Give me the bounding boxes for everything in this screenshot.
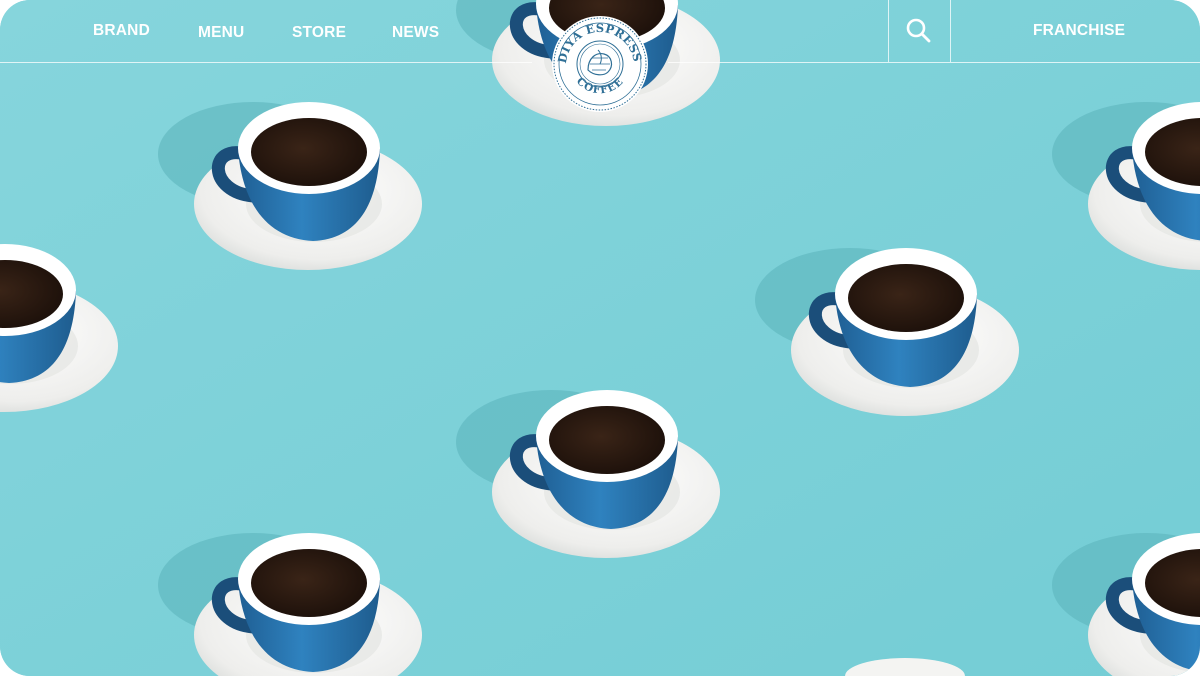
- nav-menu[interactable]: MENU: [198, 24, 244, 42]
- header-rule-right: [668, 62, 1200, 63]
- page-frame: BRAND MENU STORE NEWS FRANCHISE DIYA ESP…: [0, 0, 1200, 676]
- header-divider: [950, 0, 951, 62]
- nav-franchise[interactable]: FRANCHISE: [1033, 22, 1125, 40]
- nav-news[interactable]: NEWS: [392, 24, 439, 42]
- brand-logo[interactable]: EDIYA ESPRESSO COFFEE: [545, 3, 650, 114]
- header-rule-left: [0, 62, 532, 63]
- nav-store[interactable]: STORE: [292, 24, 346, 42]
- search-icon: [906, 18, 931, 43]
- nav-brand[interactable]: BRAND: [93, 22, 150, 40]
- search-button[interactable]: [888, 0, 950, 62]
- logo-emblem: EDIYA ESPRESSO COFFEE: [545, 3, 648, 112]
